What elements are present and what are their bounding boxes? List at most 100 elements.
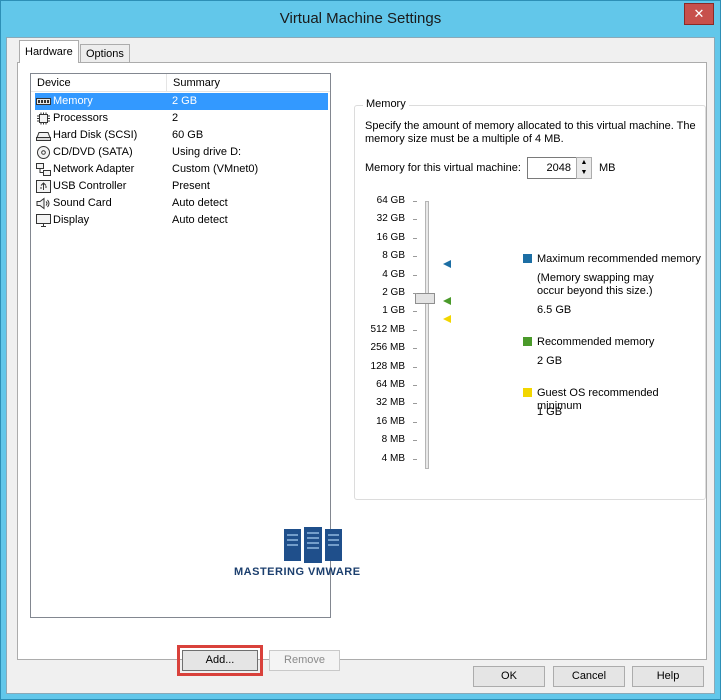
guest-min-marker-icon <box>443 315 451 323</box>
memory-scale-label: 64 MB <box>376 379 405 390</box>
display-icon <box>36 214 51 227</box>
memory-scale-tick <box>413 274 417 276</box>
recommended-value: 2 GB <box>537 355 563 367</box>
column-header-device[interactable]: Device <box>31 74 167 92</box>
memory-scale-tick <box>413 421 417 423</box>
device-name: Sound Card <box>53 197 112 209</box>
guest-min-label: Guest OS recommended minimum <box>537 387 659 412</box>
memory-scale-tick <box>413 311 417 313</box>
memory-scale-label: 32 GB <box>376 213 405 225</box>
memory-for-vm-label: Memory for this virtual machine: <box>365 162 521 174</box>
memory-group: Memory Specify the amount of memory allo… <box>354 98 706 500</box>
device-row-usb-controller[interactable]: USB Controller Present <box>35 178 328 195</box>
memory-scale-label: 512 MB <box>370 323 405 335</box>
sound-card-icon <box>36 197 50 210</box>
recommended-swatch <box>523 337 532 346</box>
device-name: Network Adapter <box>53 163 135 175</box>
window-title: Virtual Machine Settings <box>279 10 442 27</box>
recommended-marker-icon <box>443 297 451 305</box>
help-button[interactable]: Help <box>632 666 704 687</box>
memory-scale-label: 256 MB <box>370 342 405 354</box>
device-name: Hard Disk (SCSI) <box>53 129 138 141</box>
network-adapter-icon <box>36 163 51 176</box>
device-name: Memory <box>53 93 93 110</box>
max-recommended-value: 6.5 GB <box>537 304 572 316</box>
memory-scale-tick <box>413 201 417 202</box>
memory-scale-label: 8 GB <box>382 250 405 262</box>
device-summary: Using drive D: <box>172 146 242 158</box>
tab-hardware[interactable]: Hardware <box>19 40 79 63</box>
memory-icon <box>36 98 51 105</box>
memory-size-input[interactable]: 2048 <box>527 157 577 179</box>
device-row-network-adapter[interactable]: Network Adapter Custom (VMnet0) <box>35 161 328 178</box>
memory-scale-tick <box>413 237 417 239</box>
memory-scale-label: 32 MB <box>376 397 405 409</box>
memory-scale-label: 4 MB <box>381 452 405 464</box>
memory-scale-tick <box>413 348 417 350</box>
memory-scale-tick <box>413 366 417 368</box>
memory-scale-tick <box>413 385 417 386</box>
device-name: USB Controller <box>53 180 127 192</box>
settings-window: Virtual Machine Settings ✕ Hardware Opti… <box>0 0 721 700</box>
device-name: CD/DVD (SATA) <box>53 146 133 158</box>
ok-button[interactable]: OK <box>473 666 545 687</box>
guest-min-swatch <box>523 388 532 397</box>
memory-group-title: Memory <box>363 98 409 110</box>
hard-disk-icon <box>36 132 51 141</box>
memory-scale-tick <box>413 403 417 405</box>
recommended-label: Recommended memory <box>537 336 655 348</box>
cancel-button[interactable]: Cancel <box>553 666 625 687</box>
memory-unit-label: MB <box>599 162 616 174</box>
remove-button[interactable]: Remove <box>269 650 340 671</box>
max-recommended-label: Maximum recommended memory <box>537 253 701 265</box>
cd-dvd-icon <box>37 146 50 159</box>
device-row-processors[interactable]: Processors 2 <box>35 110 328 127</box>
memory-scale-label: 128 MB <box>370 360 405 372</box>
memory-scale-tick <box>413 458 417 460</box>
max-recommended-swatch <box>523 254 532 263</box>
device-name: Display <box>53 214 90 226</box>
device-row-memory[interactable]: Memory 2 GB <box>35 93 328 110</box>
spin-up-icon[interactable]: ▲ <box>577 158 591 168</box>
title-bar[interactable]: Virtual Machine Settings ✕ <box>1 1 720 37</box>
memory-scale-label: 2 GB <box>382 287 405 298</box>
max-recommended-marker-icon <box>443 260 451 268</box>
device-row-hard-disk[interactable]: Hard Disk (SCSI) 60 GB <box>35 127 328 144</box>
memory-scale-label: 1 GB <box>382 305 405 317</box>
memory-scale-label: 16 GB <box>376 231 405 243</box>
memory-slider-track[interactable] <box>425 201 429 469</box>
close-icon: ✕ <box>693 6 705 21</box>
memory-spinner[interactable]: ▲ ▼ <box>576 157 592 179</box>
memory-scale-label: 16 MB <box>376 415 405 427</box>
device-summary: 60 GB <box>172 129 204 141</box>
memory-slider-thumb[interactable] <box>415 293 435 304</box>
close-button[interactable]: ✕ <box>684 3 714 25</box>
device-row-cd-dvd[interactable]: CD/DVD (SATA) Using drive D: <box>35 144 328 161</box>
memory-scale-tick <box>413 219 417 221</box>
device-summary: Auto detect <box>172 214 228 226</box>
max-recommended-note: (Memory swapping may occur beyond this s… <box>537 272 654 297</box>
device-summary: 2 GB <box>172 95 198 107</box>
device-summary: Present <box>172 180 210 192</box>
device-summary: 2 <box>172 112 179 124</box>
hardware-panel: Device Summary Memory 2 GB Processors 2 … <box>17 62 707 676</box>
server-logo-icon <box>284 527 342 563</box>
device-row-sound-card[interactable]: Sound Card Auto detect <box>35 195 328 212</box>
guest-min-value: 1 GB <box>537 406 563 418</box>
add-button[interactable]: Add... <box>177 645 263 676</box>
device-summary: Auto detect <box>172 197 228 209</box>
list-header: Device Summary <box>31 74 330 92</box>
device-name: Processors <box>53 112 109 124</box>
dialog-body: Hardware Options Device Summary Memory 2… <box>6 37 715 694</box>
usb-controller-icon <box>36 180 51 193</box>
device-row-display[interactable]: Display Auto detect <box>35 212 328 229</box>
memory-description: Specify the amount of memory allocated t… <box>365 120 696 145</box>
memory-scale-tick <box>413 256 417 258</box>
spin-down-icon[interactable]: ▼ <box>577 168 591 178</box>
memory-scale-label: 8 MB <box>381 434 405 446</box>
tab-options[interactable]: Options <box>80 44 130 63</box>
column-header-summary[interactable]: Summary <box>167 74 330 92</box>
memory-scale-tick <box>413 293 417 294</box>
watermark-text: MASTERING VMWARE <box>234 566 361 578</box>
memory-scale-tick <box>413 329 417 331</box>
